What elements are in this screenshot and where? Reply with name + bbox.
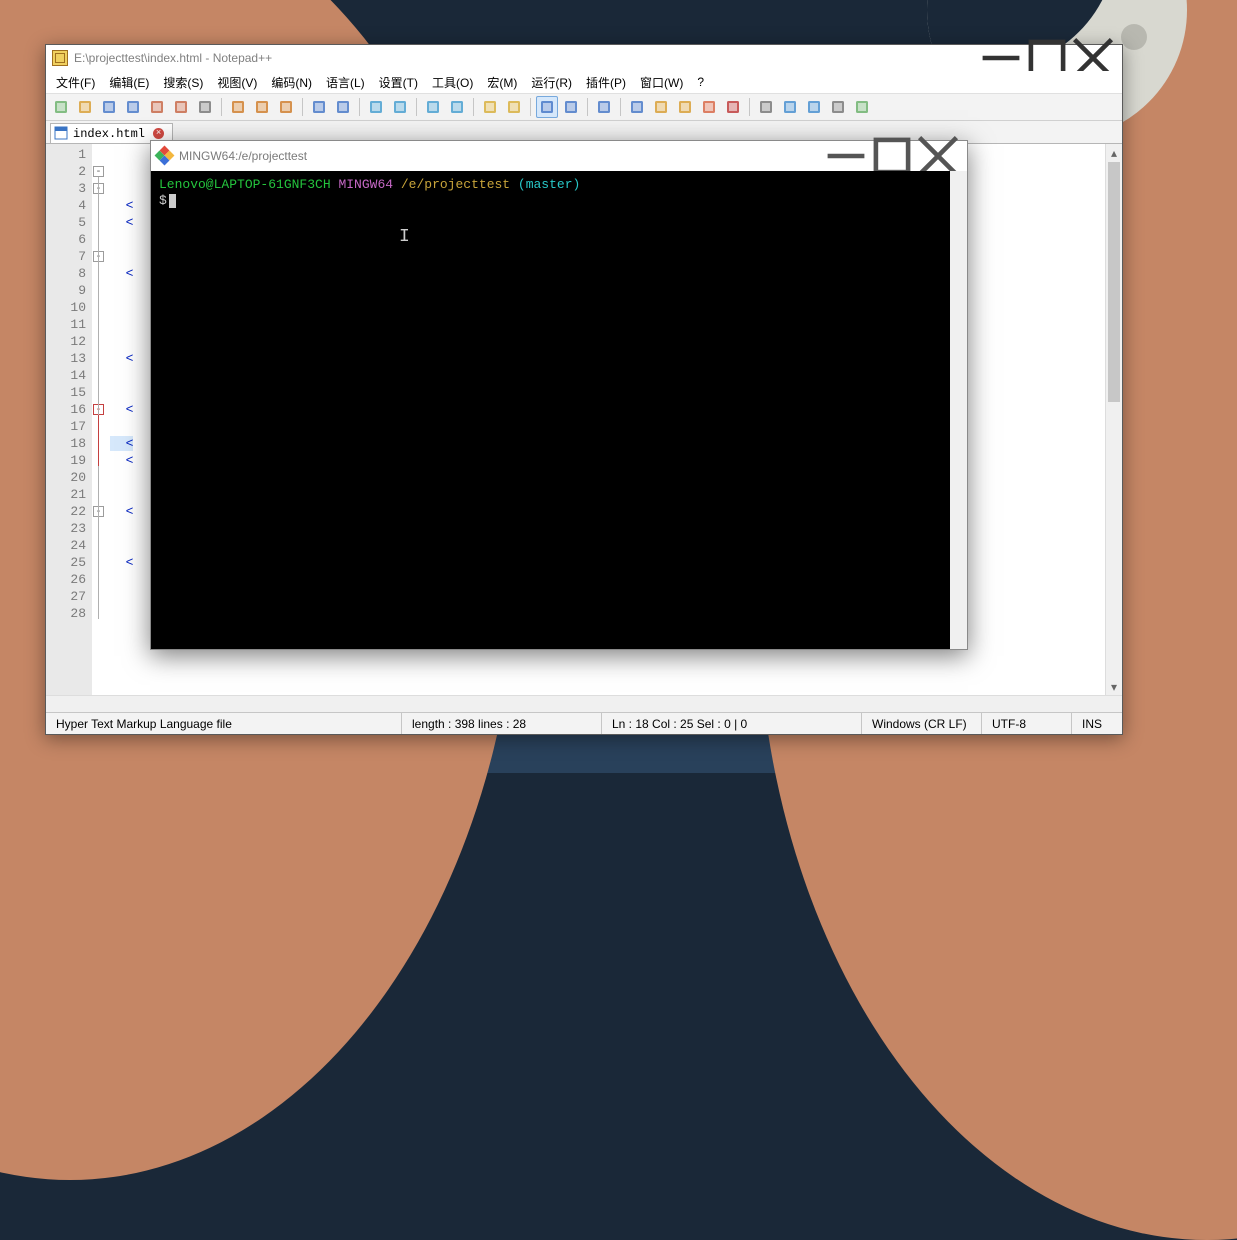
npp-statusbar: Hyper Text Markup Language file length :… xyxy=(46,712,1122,734)
term-prompt-line: Lenovo@LAPTOP-61GNF3CH MINGW64 /e/projec… xyxy=(159,177,959,193)
term-titlebar[interactable]: MINGW64:/e/projecttest xyxy=(151,141,967,171)
npp-maximize-button[interactable] xyxy=(1024,45,1070,71)
status-insert-mode: INS xyxy=(1072,713,1122,734)
scroll-thumb[interactable] xyxy=(1108,162,1120,402)
menu-item[interactable]: 语言(L) xyxy=(320,72,371,93)
npp-toolbar xyxy=(46,93,1122,121)
save-all-icon[interactable] xyxy=(122,96,144,118)
open-file-icon[interactable] xyxy=(74,96,96,118)
term-body[interactable]: Lenovo@LAPTOP-61GNF3CH MINGW64 /e/projec… xyxy=(151,171,967,649)
monitor-icon[interactable] xyxy=(722,96,744,118)
find-icon[interactable] xyxy=(365,96,387,118)
lang-icon[interactable] xyxy=(626,96,648,118)
menu-item[interactable]: 编码(N) xyxy=(265,72,318,93)
term-scrollbar[interactable] xyxy=(950,171,967,649)
zoom-out-icon[interactable] xyxy=(446,96,468,118)
menu-item[interactable]: 工具(O) xyxy=(426,72,479,93)
scroll-down-icon[interactable]: ▾ xyxy=(1106,678,1122,695)
menu-item[interactable]: 插件(P) xyxy=(580,72,632,93)
menu-item[interactable]: 设置(T) xyxy=(373,72,424,93)
cut-icon[interactable] xyxy=(227,96,249,118)
record-icon[interactable] xyxy=(755,96,777,118)
status-length: length : 398 lines : 28 xyxy=(402,713,602,734)
close-icon[interactable] xyxy=(146,96,168,118)
file-icon xyxy=(54,126,68,140)
new-file-icon[interactable] xyxy=(50,96,72,118)
copy-icon[interactable] xyxy=(251,96,273,118)
term-minimize-button[interactable] xyxy=(823,143,869,169)
tab-label: index.html xyxy=(73,127,145,141)
horizontal-scrollbar[interactable] xyxy=(46,695,1122,712)
folder-icon[interactable] xyxy=(698,96,720,118)
menu-item[interactable]: 视图(V) xyxy=(211,72,263,93)
func-list-icon[interactable] xyxy=(674,96,696,118)
npp-titlebar[interactable]: E:\projecttest\index.html - Notepad++ xyxy=(46,45,1122,71)
paste-icon[interactable] xyxy=(275,96,297,118)
play-icon[interactable] xyxy=(803,96,825,118)
save-icon[interactable] xyxy=(98,96,120,118)
menu-item[interactable]: 窗口(W) xyxy=(634,72,689,93)
term-cursor xyxy=(169,194,176,208)
menu-item[interactable]: 编辑(E) xyxy=(103,72,155,93)
status-eol: Windows (CR LF) xyxy=(862,713,982,734)
scroll-up-icon[interactable]: ▴ xyxy=(1106,144,1122,161)
play-multi-icon[interactable] xyxy=(827,96,849,118)
sync-v-icon[interactable] xyxy=(479,96,501,118)
word-wrap-icon[interactable] xyxy=(536,96,558,118)
term-maximize-button[interactable] xyxy=(869,143,915,169)
zoom-in-icon[interactable] xyxy=(422,96,444,118)
menu-item[interactable]: ? xyxy=(691,73,710,91)
sync-h-icon[interactable] xyxy=(503,96,525,118)
save-macro-icon[interactable] xyxy=(851,96,873,118)
print-icon[interactable] xyxy=(194,96,216,118)
stop-icon[interactable] xyxy=(779,96,801,118)
line-number-gutter: 1234567891011121314151617181920212223242… xyxy=(46,144,92,695)
vertical-scrollbar[interactable]: ▴ ▾ xyxy=(1105,144,1122,695)
text-cursor-ibeam: I xyxy=(399,229,410,245)
status-encoding: UTF-8 xyxy=(982,713,1072,734)
menu-item[interactable]: 文件(F) xyxy=(50,72,101,93)
status-position: Ln : 18 Col : 25 Sel : 0 | 0 xyxy=(602,713,862,734)
redo-icon[interactable] xyxy=(332,96,354,118)
git-bash-icon xyxy=(157,148,173,164)
mingw-terminal-window: MINGW64:/e/projecttest Lenovo@LAPTOP-61G… xyxy=(150,140,968,650)
doc-map-icon[interactable] xyxy=(650,96,672,118)
fold-column: ----- xyxy=(92,144,106,695)
show-all-icon[interactable] xyxy=(560,96,582,118)
npp-minimize-button[interactable] xyxy=(978,45,1024,71)
term-close-button[interactable] xyxy=(915,143,961,169)
replace-icon[interactable] xyxy=(389,96,411,118)
fold-toggle[interactable]: - xyxy=(93,166,104,177)
undo-icon[interactable] xyxy=(308,96,330,118)
npp-title-text: E:\projecttest\index.html - Notepad++ xyxy=(74,51,978,65)
close-all-icon[interactable] xyxy=(170,96,192,118)
npp-close-button[interactable] xyxy=(1070,45,1116,71)
menu-item[interactable]: 搜索(S) xyxy=(157,72,209,93)
notepadpp-app-icon xyxy=(52,50,68,66)
npp-menubar: 文件(F)编辑(E)搜索(S)视图(V)编码(N)语言(L)设置(T)工具(O)… xyxy=(46,71,1122,93)
status-language: Hyper Text Markup Language file xyxy=(46,713,402,734)
menu-item[interactable]: 宏(M) xyxy=(481,72,523,93)
term-title-text: MINGW64:/e/projecttest xyxy=(179,149,823,163)
menu-item[interactable]: 运行(R) xyxy=(525,72,578,93)
term-input-line[interactable]: $ xyxy=(159,193,959,209)
indent-guide-icon[interactable] xyxy=(593,96,615,118)
tab-close-button[interactable]: × xyxy=(153,128,164,139)
